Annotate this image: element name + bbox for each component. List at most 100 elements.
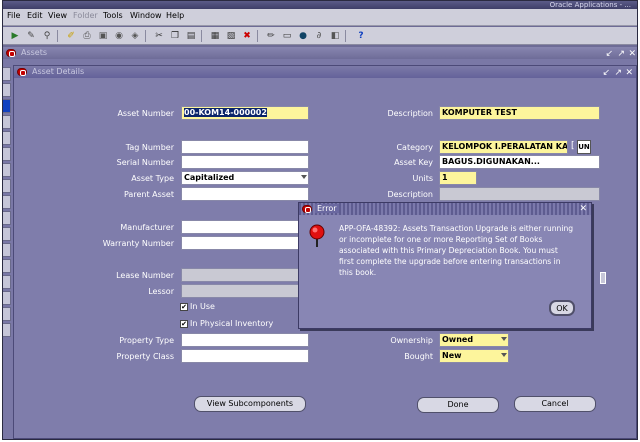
menu-window[interactable]: Window bbox=[130, 11, 162, 20]
manufacturer-field[interactable] bbox=[181, 220, 309, 234]
ownership-select[interactable]: Owned bbox=[439, 333, 509, 347]
globe-icon[interactable]: ● bbox=[297, 30, 309, 42]
units-value: 1 bbox=[442, 173, 448, 182]
error-message-line: this book. bbox=[339, 268, 377, 277]
oracle-logo-icon bbox=[17, 68, 27, 76]
ownership-label: Ownership bbox=[390, 336, 433, 345]
copy-icon[interactable]: ❐ bbox=[169, 30, 181, 42]
bought-label: Bought bbox=[404, 352, 433, 361]
menu-help[interactable]: Help bbox=[166, 11, 184, 20]
asset-details-title: Asset Details bbox=[32, 67, 85, 76]
warranty-number-label: Warranty Number bbox=[102, 239, 174, 248]
side-tab[interactable] bbox=[3, 307, 11, 321]
close-icon[interactable]: ✕ bbox=[579, 203, 587, 215]
translations-icon[interactable]: ▭ bbox=[281, 30, 293, 42]
tag-number-field[interactable] bbox=[181, 140, 309, 154]
asset-number-label: Asset Number bbox=[117, 109, 174, 118]
assets-window-titlebar: Assets ↙ ↗ ✕ bbox=[3, 47, 637, 60]
description2-field[interactable] bbox=[439, 187, 600, 201]
print-icon[interactable]: ⎙ bbox=[81, 30, 93, 42]
minimize-icon[interactable]: ↙ bbox=[605, 48, 613, 60]
side-tab-active[interactable] bbox=[3, 99, 11, 113]
checkbox-checked-icon: ✔ bbox=[180, 302, 188, 311]
menu-tools[interactable]: Tools bbox=[103, 11, 123, 20]
save-icon[interactable]: ✐ bbox=[65, 30, 77, 42]
side-tab[interactable] bbox=[3, 227, 11, 241]
bought-select[interactable]: New bbox=[439, 349, 509, 363]
side-tab[interactable] bbox=[3, 211, 11, 225]
property-type-field[interactable] bbox=[181, 333, 309, 347]
help-icon[interactable]: ? bbox=[355, 30, 367, 42]
in-use-checkbox[interactable]: ✔ In Use bbox=[180, 302, 215, 311]
category-flex-button[interactable]: UN bbox=[577, 140, 591, 154]
minimize-icon[interactable]: ↙ bbox=[602, 67, 610, 79]
side-tab[interactable] bbox=[3, 259, 11, 273]
asset-key-field[interactable]: BAGUS.DIGUNAKAN... bbox=[439, 155, 600, 169]
side-tab[interactable] bbox=[3, 131, 11, 145]
serial-number-field[interactable] bbox=[181, 155, 309, 169]
paste-icon[interactable]: ▤ bbox=[185, 30, 197, 42]
close-icon[interactable]: ✕ bbox=[628, 48, 636, 60]
cut-icon[interactable]: ✂ bbox=[153, 30, 165, 42]
ok-button[interactable]: OK bbox=[549, 300, 575, 316]
app-title: Oracle Applications - ... bbox=[549, 1, 631, 9]
asset-type-select[interactable]: Capitalized bbox=[181, 171, 309, 185]
attachments-icon[interactable]: ◈ bbox=[129, 30, 141, 42]
lease-number-label: Lease Number bbox=[116, 271, 174, 280]
menu-view[interactable]: View bbox=[48, 11, 67, 20]
lease-number-field[interactable] bbox=[181, 268, 309, 282]
units-field[interactable]: 1 bbox=[439, 171, 477, 185]
delete-icon[interactable]: ✖ bbox=[241, 30, 253, 42]
find-icon[interactable]: ✎ bbox=[25, 30, 37, 42]
assets-window-title: Assets bbox=[21, 48, 48, 57]
new-icon[interactable]: ▶ bbox=[9, 30, 21, 42]
menu-edit[interactable]: Edit bbox=[27, 11, 43, 20]
serial-number-label: Serial Number bbox=[116, 158, 174, 167]
side-tab[interactable] bbox=[3, 275, 11, 289]
maximize-icon[interactable]: ↗ bbox=[617, 48, 625, 60]
oracle-applications-window: Oracle Applications - ... File Edit View… bbox=[2, 0, 638, 440]
category-field[interactable]: KELOMPOK I.PERALATAN KA bbox=[439, 140, 568, 154]
clear-record-icon[interactable]: ▧ bbox=[225, 30, 237, 42]
warranty-number-field[interactable] bbox=[181, 236, 309, 250]
units-label: Units bbox=[412, 174, 433, 183]
side-tab[interactable] bbox=[3, 67, 11, 81]
side-tab[interactable] bbox=[3, 115, 11, 129]
stop-sign-icon bbox=[309, 224, 325, 247]
close-form-icon[interactable]: ▣ bbox=[97, 30, 109, 42]
side-tab[interactable] bbox=[3, 179, 11, 193]
oracle-logo-icon bbox=[6, 49, 16, 57]
view-subcomponents-button[interactable]: View Subcomponents bbox=[194, 396, 306, 412]
oracle-logo-icon bbox=[302, 205, 312, 213]
zoom-icon[interactable]: ◉ bbox=[113, 30, 125, 42]
menu-folder[interactable]: Folder bbox=[73, 11, 98, 20]
side-tab[interactable] bbox=[3, 83, 11, 97]
lessor-field[interactable] bbox=[181, 284, 309, 298]
bought-value: New bbox=[442, 351, 462, 360]
property-class-label: Property Class bbox=[116, 352, 174, 361]
side-tab[interactable] bbox=[3, 243, 11, 257]
property-class-field[interactable] bbox=[181, 349, 309, 363]
paperclip-icon[interactable]: ∂ bbox=[313, 30, 325, 42]
category-label: Category bbox=[396, 143, 433, 152]
edit-field-icon[interactable]: ✏ bbox=[265, 30, 277, 42]
new-record-icon[interactable]: ▦ bbox=[209, 30, 221, 42]
menu-file[interactable]: File bbox=[7, 11, 20, 20]
asset-number-field[interactable]: 00-KOM14-000002 bbox=[181, 106, 309, 120]
side-tab[interactable] bbox=[3, 195, 11, 209]
side-tab[interactable] bbox=[3, 291, 11, 305]
maximize-icon[interactable]: ↗ bbox=[614, 67, 622, 79]
parent-asset-field[interactable] bbox=[181, 187, 309, 201]
done-button[interactable]: Done bbox=[417, 397, 499, 413]
close-icon[interactable]: ✕ bbox=[625, 67, 633, 79]
navigator-icon[interactable]: ⚲ bbox=[41, 30, 53, 42]
in-physical-inventory-checkbox[interactable]: ✔ In Physical Inventory bbox=[180, 319, 273, 328]
folder-tools-icon[interactable]: ◧ bbox=[329, 30, 341, 42]
description-field[interactable]: KOMPUTER TEST bbox=[439, 106, 600, 120]
error-message-line: APP-OFA-48392: Assets Transaction Upgrad… bbox=[339, 224, 574, 233]
error-dialog-titlebar: Error ✕ bbox=[299, 203, 591, 215]
side-tab[interactable] bbox=[3, 323, 11, 337]
side-tab[interactable] bbox=[3, 147, 11, 161]
cancel-button[interactable]: Cancel bbox=[514, 396, 596, 412]
side-tab[interactable] bbox=[3, 163, 11, 177]
